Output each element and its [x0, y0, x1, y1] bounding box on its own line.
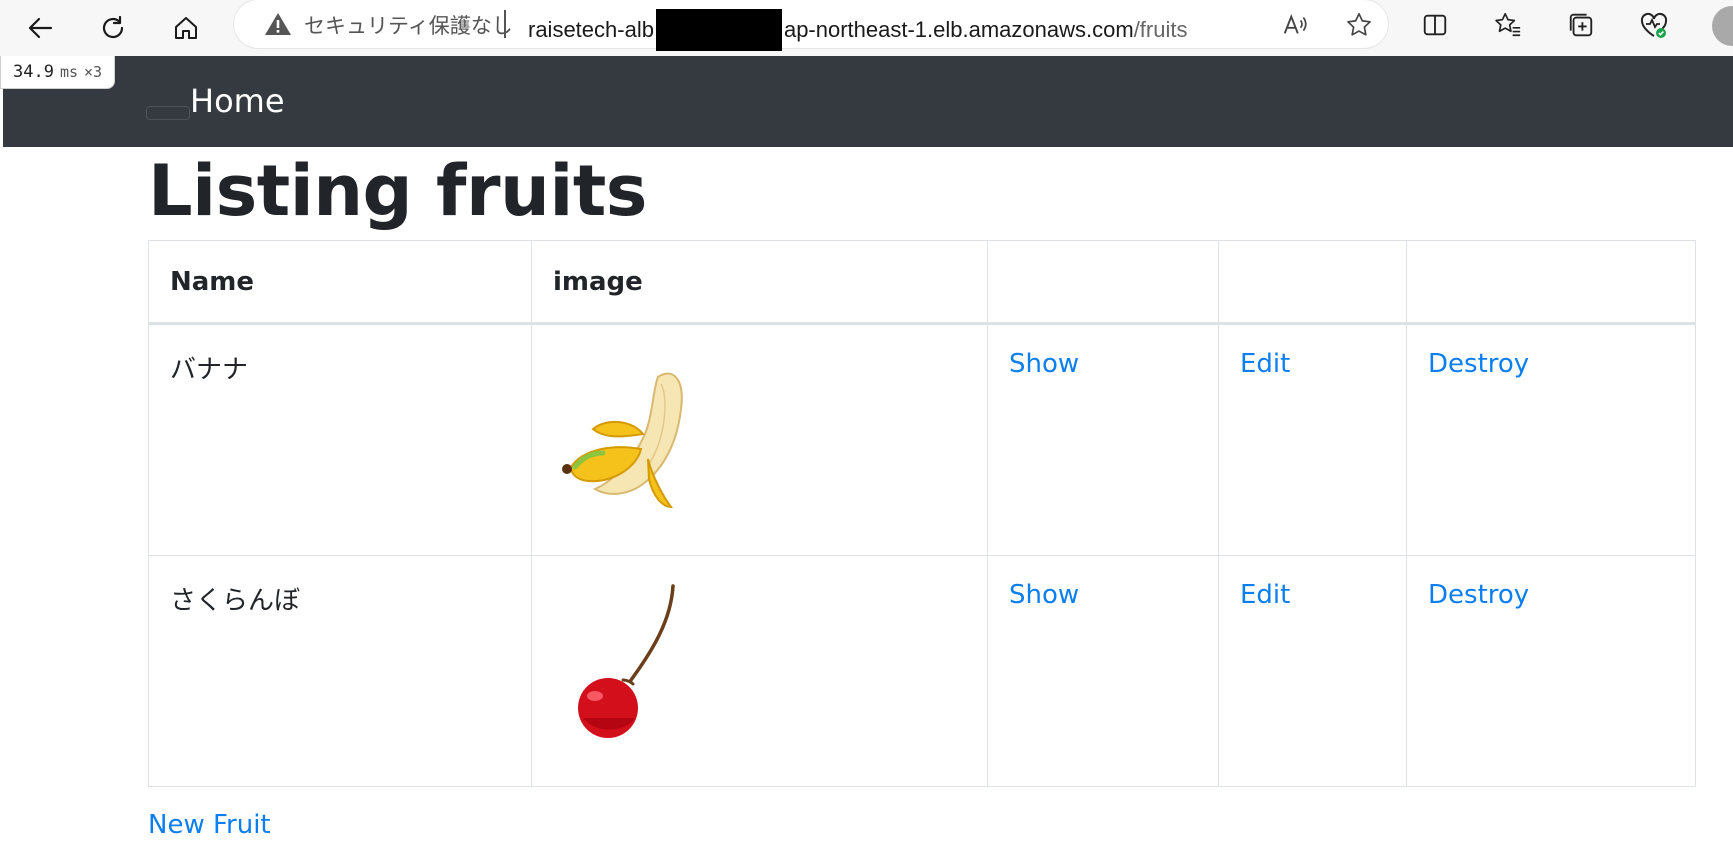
column-header-destroy — [1406, 240, 1696, 325]
fruit-name: さくらんぼ — [170, 586, 301, 616]
navbar-toggler-button[interactable] — [146, 106, 190, 120]
fruit-name-cell: さくらんぼ — [148, 555, 532, 787]
timer-unit: ms — [59, 63, 79, 81]
address-divider — [504, 10, 506, 38]
destroy-cell: Destroy — [1406, 323, 1696, 556]
timer-multiplier: ×3 — [84, 63, 103, 81]
edit-cell: Edit — [1218, 555, 1407, 787]
table-header-row: Name image — [148, 240, 1696, 325]
render-timer-badge: 34.9 ms ×3 — [0, 56, 116, 89]
fruit-image-cell — [531, 555, 988, 787]
destroy-link[interactable]: Destroy — [1428, 580, 1529, 610]
page-title: Listing fruits — [148, 150, 647, 232]
cherry-image — [578, 584, 675, 738]
column-header-show — [987, 240, 1219, 325]
redaction-box — [655, 9, 782, 51]
table-row: バナナ Show Edit Destroy — [148, 323, 1696, 556]
edit-cell: Edit — [1218, 323, 1407, 556]
column-header-name: Name — [148, 240, 532, 325]
column-header-edit — [1218, 240, 1407, 325]
show-cell: Show — [987, 555, 1219, 787]
browser-toolbar: セキュリティ保護なし raisetech-alb ap-northeast-1.… — [0, 0, 1733, 56]
timer-value: 34.9 — [13, 62, 54, 82]
split-screen-icon[interactable] — [1418, 8, 1452, 42]
back-icon[interactable] — [18, 6, 62, 50]
edit-link[interactable]: Edit — [1240, 580, 1290, 610]
fruit-name-cell: バナナ — [148, 323, 532, 556]
security-status-label[interactable]: セキュリティ保護なし — [304, 10, 513, 40]
show-link[interactable]: Show — [1009, 580, 1079, 610]
profile-avatar[interactable] — [1712, 6, 1733, 46]
fruits-table: Name image バナナ Show Edit Destroy さくらんぼ S… — [148, 240, 1696, 787]
column-header-image: image — [531, 240, 988, 325]
show-cell: Show — [987, 323, 1219, 556]
home-icon[interactable] — [164, 6, 208, 50]
url-host-rest: ap-northeast-1.elb.amazonaws.com — [783, 17, 1134, 42]
table-row: さくらんぼ Show Edit Destroy — [148, 555, 1696, 787]
navbar-brand-home-link[interactable]: Home — [190, 82, 285, 120]
url-path: /fruits — [1133, 17, 1188, 42]
read-aloud-icon[interactable] — [1280, 10, 1310, 40]
destroy-cell: Destroy — [1406, 555, 1696, 787]
address-bar[interactable]: セキュリティ保護なし raisetech-alb ap-northeast-1.… — [234, 0, 1388, 51]
warning-icon[interactable] — [264, 11, 292, 37]
show-link[interactable]: Show — [1009, 349, 1079, 379]
favorite-star-icon[interactable] — [1344, 10, 1374, 40]
edit-link[interactable]: Edit — [1240, 349, 1290, 379]
refresh-icon[interactable] — [91, 6, 135, 50]
favorites-icon[interactable] — [1491, 8, 1525, 42]
url-text[interactable]: raisetech-alb ap-northeast-1.elb.amazona… — [528, 9, 1187, 51]
new-fruit-link[interactable]: New Fruit — [148, 810, 271, 840]
banana-image — [562, 372, 683, 509]
url-host-prefix: raisetech-alb — [528, 17, 654, 42]
browser-essentials-icon[interactable] — [1637, 8, 1671, 42]
fruit-image-cell — [531, 323, 988, 556]
collections-icon[interactable] — [1564, 8, 1598, 42]
destroy-link[interactable]: Destroy — [1428, 349, 1529, 379]
fruit-name: バナナ — [170, 355, 249, 385]
